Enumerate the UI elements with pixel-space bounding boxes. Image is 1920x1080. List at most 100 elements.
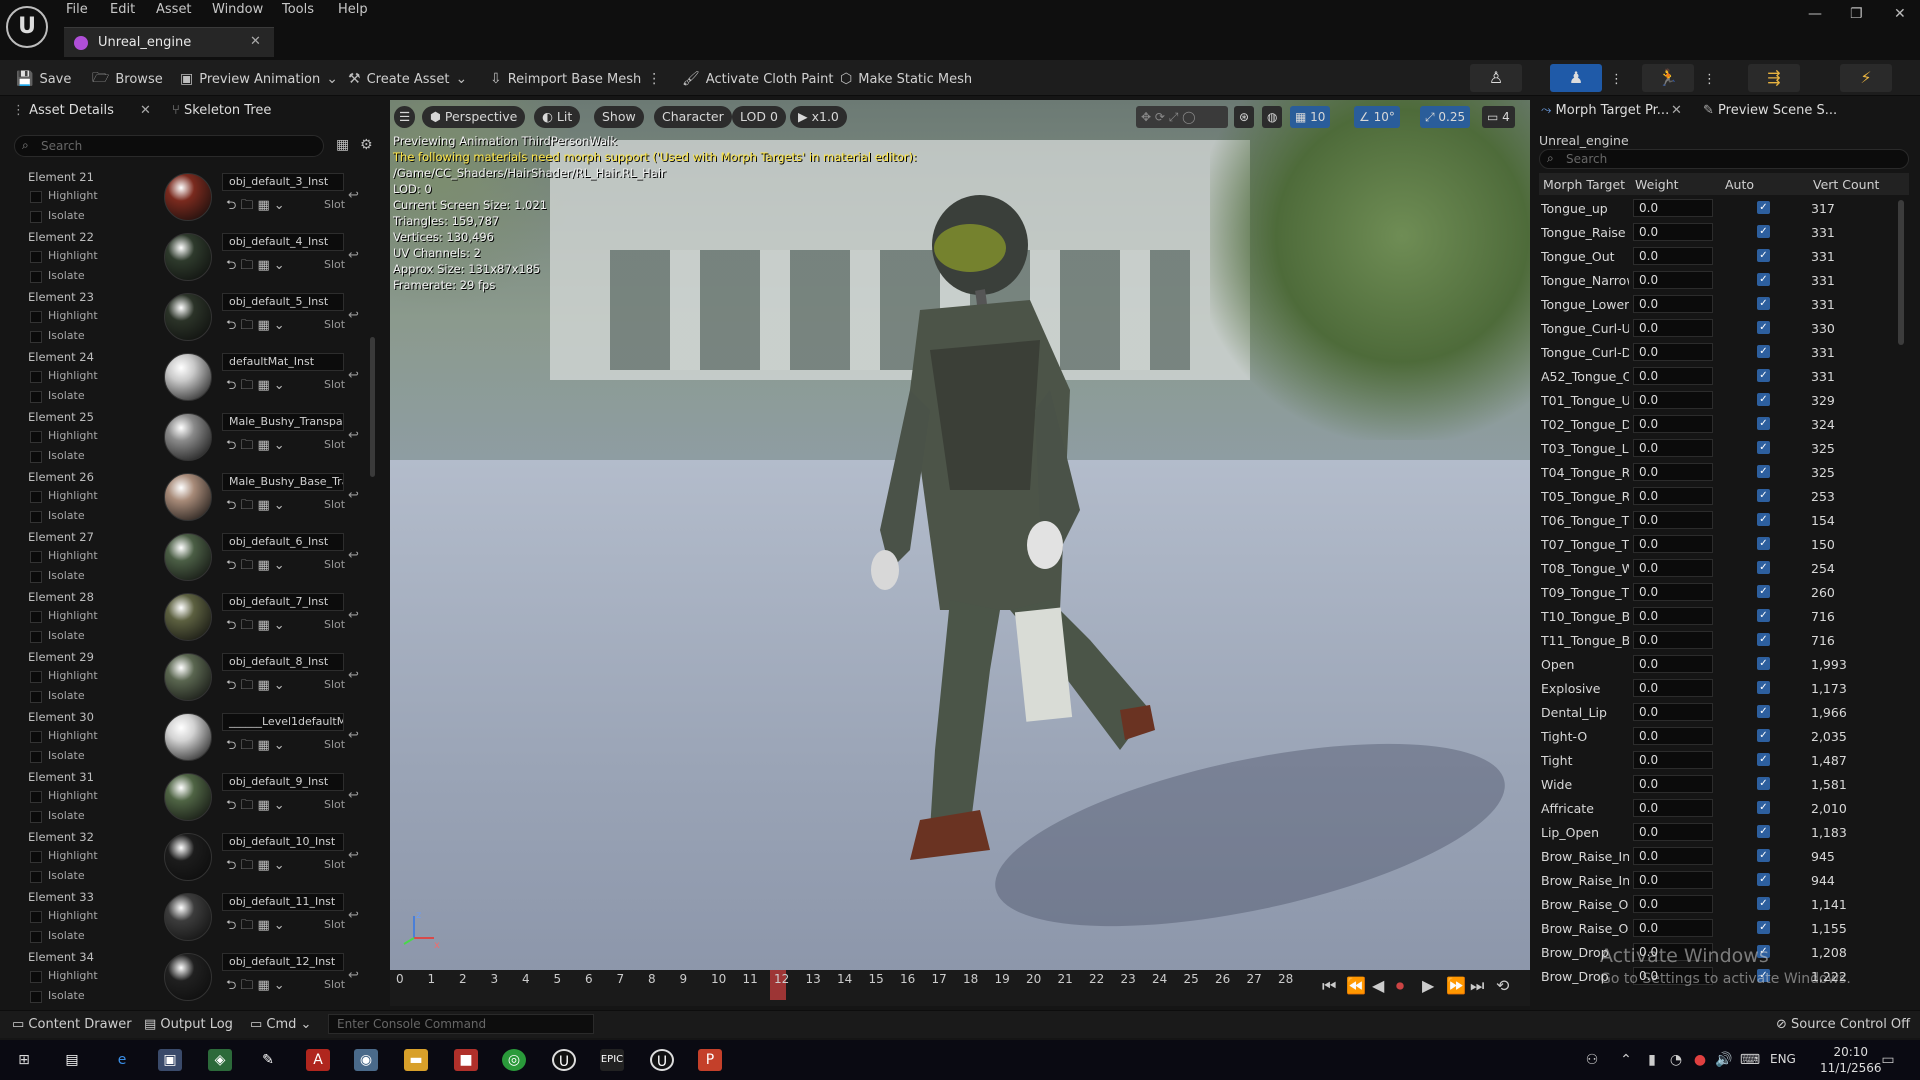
isolate-checkbox[interactable] [30,691,42,703]
file-explorer-icon[interactable]: ▬ [404,1049,428,1071]
maximize-icon[interactable]: ❐ [1850,6,1863,22]
use-selected-icon[interactable]: ⮌ [226,618,240,633]
use-selected-icon[interactable]: ⮌ [226,378,240,393]
morph-target-row[interactable]: Open 0.0 ✓ 1,993 [1539,653,1909,677]
timeline-frame[interactable]: 26 [1215,972,1230,986]
viewport[interactable]: ☰ ⬢ Perspective ◐ Lit Show Character LOD… [390,100,1530,970]
col-vert-count[interactable]: Vert Count [1813,177,1879,192]
output-log-button[interactable]: ▤ Output Log [144,1017,233,1032]
use-selected-icon[interactable]: ⮌ [226,258,240,273]
isolate-checkbox[interactable] [30,931,42,943]
step-back-icon[interactable]: ⏪ [1346,976,1366,995]
timeline-frame[interactable]: 24 [1152,972,1167,986]
material-thumbnail[interactable] [164,413,212,461]
material-thumbnail[interactable] [164,653,212,701]
viewport-menu-icon[interactable]: ☰ [394,106,416,128]
morph-target-row[interactable]: T01_Tongue_Up 0.0 ✓ 329 [1539,389,1909,413]
close-icon[interactable]: ✕ [140,103,151,125]
more-options-icon[interactable]: ⋮ [1610,69,1623,89]
settings-icon[interactable]: ⚙ [360,137,373,153]
cmd-dropdown[interactable]: ▭ Cmd ⌄ [250,1017,311,1032]
material-controls[interactable]: ⮌🗀▦⌄ [226,736,289,758]
tab-morph-target-preview[interactable]: ⤳ Morph Target Pr... [1541,103,1669,125]
auto-checkbox[interactable]: ✓ [1757,609,1770,622]
timeline-frame[interactable]: 6 [585,972,593,986]
weight-input[interactable]: 0.0 [1633,679,1713,697]
use-selected-icon[interactable]: ⮌ [226,198,240,213]
material-controls[interactable]: ⮌🗀▦⌄ [226,676,289,698]
browse-icon[interactable]: 🗀 [240,738,257,753]
clock[interactable]: 20:10 11/1/2566 [1820,1044,1882,1076]
physics-mode-icon[interactable]: ⚡ [1840,64,1892,92]
app-icon[interactable]: ◈ [208,1049,232,1071]
material-controls[interactable]: ⮌🗀▦⌄ [226,556,289,578]
timeline-frame[interactable]: 9 [680,972,688,986]
rotation-snap-button[interactable]: ∠ 10° [1354,106,1400,128]
material-controls[interactable]: ⮌🗀▦⌄ [226,976,289,998]
weight-input[interactable]: 0.0 [1633,295,1713,313]
material-name-field[interactable]: obj_default_7_Inst [222,593,344,611]
isolate-checkbox[interactable] [30,511,42,523]
material-controls[interactable]: ⮌🗀▦⌄ [226,916,289,938]
morph-target-row[interactable]: T10_Tongue_Bulge 0.0 ✓ 716 [1539,605,1909,629]
browse-icon[interactable]: 🗀 [240,258,257,273]
material-controls[interactable]: ⮌🗀▦⌄ [226,856,289,878]
material-picker-icon[interactable]: ▦⌄ [257,918,288,933]
timeline-frame[interactable]: 10 [711,972,726,986]
morph-target-row[interactable]: Brow_Raise_Inner 0.0 ✓ 944 [1539,869,1909,893]
highlight-checkbox[interactable] [30,791,42,803]
weight-input[interactable]: 0.0 [1633,199,1713,217]
morph-target-row[interactable]: T11_Tongue_Bulge 0.0 ✓ 716 [1539,629,1909,653]
skeletal-mesh-mode-icon[interactable]: ♟ [1550,64,1602,92]
auto-checkbox[interactable]: ✓ [1757,537,1770,550]
reset-icon[interactable]: ↩ [348,608,359,623]
use-selected-icon[interactable]: ⮌ [226,678,240,693]
reset-icon[interactable]: ↩ [348,728,359,743]
camera-speed-button[interactable]: ▭ 4 [1482,106,1515,128]
morph-target-row[interactable]: T08_Tongue_Wide 0.0 ✓ 254 [1539,557,1909,581]
notifications-icon[interactable]: ▭ [1876,1049,1900,1071]
material-name-field[interactable]: obj_default_5_Inst [222,293,344,311]
weight-input[interactable]: 0.0 [1633,487,1713,505]
material-picker-icon[interactable]: ▦⌄ [257,618,288,633]
material-thumbnail[interactable] [164,353,212,401]
make-static-mesh-button[interactable]: ⬡ Make Static Mesh [840,69,972,89]
menu-asset[interactable]: Asset [156,2,192,22]
more-options-icon[interactable]: ⋮ [647,71,661,87]
material-picker-icon[interactable]: ▦⌄ [257,978,288,993]
reset-icon[interactable]: ↩ [348,248,359,263]
material-picker-icon[interactable]: ▦⌄ [257,438,288,453]
weight-input[interactable]: 0.0 [1633,895,1713,913]
material-name-field[interactable]: obj_default_11_Inst [222,893,344,911]
highlight-checkbox[interactable] [30,431,42,443]
transform-tools[interactable]: ✥ ⟳ ⤢ ◯ [1136,106,1228,128]
lod-button[interactable]: LOD 0 [732,106,786,128]
unreal-engine-icon[interactable]: U [650,1049,674,1071]
menu-file[interactable]: File [66,2,88,22]
menu-help[interactable]: Help [338,2,368,22]
col-morph-target[interactable]: Morph Target [1543,177,1625,192]
morph-target-row[interactable]: Tongue_up 0.0 ✓ 317 [1539,197,1909,221]
material-thumbnail[interactable] [164,293,212,341]
auto-checkbox[interactable]: ✓ [1757,753,1770,766]
material-controls[interactable]: ⮌🗀▦⌄ [226,436,289,458]
morph-target-row[interactable]: Tongue_Lower 0.0 ✓ 331 [1539,293,1909,317]
use-selected-icon[interactable]: ⮌ [226,318,240,333]
auto-checkbox[interactable]: ✓ [1757,249,1770,262]
weight-input[interactable]: 0.0 [1633,775,1713,793]
auto-checkbox[interactable]: ✓ [1757,393,1770,406]
material-controls[interactable]: ⮌🗀▦⌄ [226,316,289,338]
weight-input[interactable]: 0.0 [1633,751,1713,769]
timeline-frame[interactable]: 13 [806,972,821,986]
auto-checkbox[interactable]: ✓ [1757,225,1770,238]
morph-target-row[interactable]: T02_Tongue_Down 0.0 ✓ 324 [1539,413,1909,437]
morph-target-row[interactable]: Brow_Raise_Outer 0.0 ✓ 1,155 [1539,917,1909,941]
weight-input[interactable]: 0.0 [1633,871,1713,889]
blueprint-mode-icon[interactable]: ⇶ [1748,64,1800,92]
powerpoint-icon[interactable]: P [698,1049,722,1071]
use-selected-icon[interactable]: ⮌ [226,918,240,933]
weight-input[interactable]: 0.0 [1633,919,1713,937]
browse-icon[interactable]: 🗀 [240,378,257,393]
auto-checkbox[interactable]: ✓ [1757,297,1770,310]
source-control-button[interactable]: ⊘ Source Control Off [1776,1017,1910,1032]
